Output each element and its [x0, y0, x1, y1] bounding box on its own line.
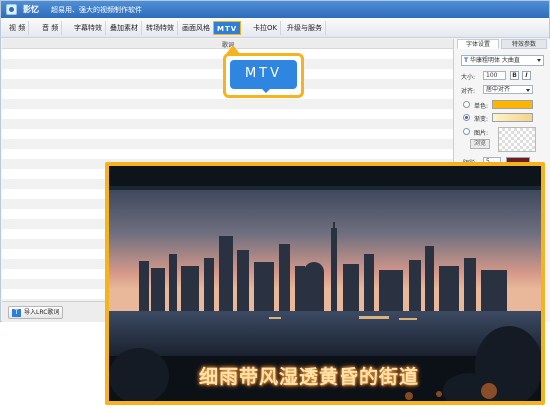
mtv-preview-frame: 细雨带风湿透黄昏的街道	[105, 162, 545, 405]
title-bar: 影忆 超易用、强大的视频制作软件	[1, 1, 549, 18]
app-slogan: 超易用、强大的视频制作软件	[51, 6, 142, 14]
chevron-down-icon	[526, 89, 530, 92]
align-select[interactable]: 居中对齐	[483, 85, 533, 94]
bold-button[interactable]: B	[510, 71, 519, 80]
solid-color-swatch[interactable]	[492, 100, 533, 109]
solid-color-label: 单色:	[474, 103, 489, 110]
chevron-down-icon	[537, 59, 541, 62]
size-label: 大小:	[461, 74, 476, 81]
gradient-label: 渐变:	[474, 116, 489, 123]
italic-button[interactable]: I	[522, 71, 531, 80]
mtv-callout: MTV	[223, 53, 304, 98]
font-family-select[interactable]: T 华康粗明体 大曲直	[461, 55, 544, 66]
tab-overlay-material[interactable]: 叠加素材	[107, 21, 142, 35]
image-radio[interactable]	[463, 128, 470, 135]
browse-button[interactable]: 浏览	[470, 139, 490, 149]
font-size-input[interactable]: 100	[483, 71, 506, 80]
tab-picture-style[interactable]: 画面风格	[179, 21, 214, 35]
tab-font-settings[interactable]: 字体设置	[457, 39, 499, 49]
import-lrc-label: 导入LRC歌词	[24, 309, 60, 316]
font-type-icon: T	[464, 57, 469, 64]
tab-subtitle-effects[interactable]: 字幕特效	[71, 21, 106, 35]
tab-video[interactable]: 视 频	[6, 21, 30, 35]
mtv-lyric-subtitle: 细雨带风湿透黄昏的街道	[199, 366, 420, 388]
tab-effect-params[interactable]: 特效参数	[501, 39, 547, 49]
app-name: 影忆	[23, 5, 39, 14]
mtv-callout-label: MTV	[230, 60, 297, 93]
app-logo-icon	[6, 4, 17, 15]
tab-audio[interactable]: 音 频	[39, 21, 63, 35]
align-label: 对齐:	[461, 88, 476, 95]
font-family-value: 华康粗明体 大曲直	[470, 57, 520, 64]
import-lrc-button[interactable]: T 导入LRC歌词	[8, 306, 64, 319]
tab-upgrade-service[interactable]: 升级与服务	[284, 21, 326, 35]
gradient-swatch[interactable]	[492, 113, 533, 122]
text-import-icon: T	[12, 309, 21, 317]
image-preview	[498, 127, 536, 152]
align-value: 居中对齐	[486, 86, 511, 93]
image-label: 图片:	[474, 130, 489, 137]
gradient-radio[interactable]	[463, 114, 470, 121]
tab-mtv[interactable]: MTV	[213, 21, 242, 35]
tab-transition-effects[interactable]: 转场特效	[143, 21, 178, 35]
solid-color-radio[interactable]	[463, 101, 470, 108]
tab-karaoke[interactable]: 卡拉OK	[250, 21, 282, 35]
main-toolbar: 视 频 音 频 字幕特效 叠加素材 转场特效 画面风格 MTV 卡拉OK 升级与…	[1, 18, 549, 38]
